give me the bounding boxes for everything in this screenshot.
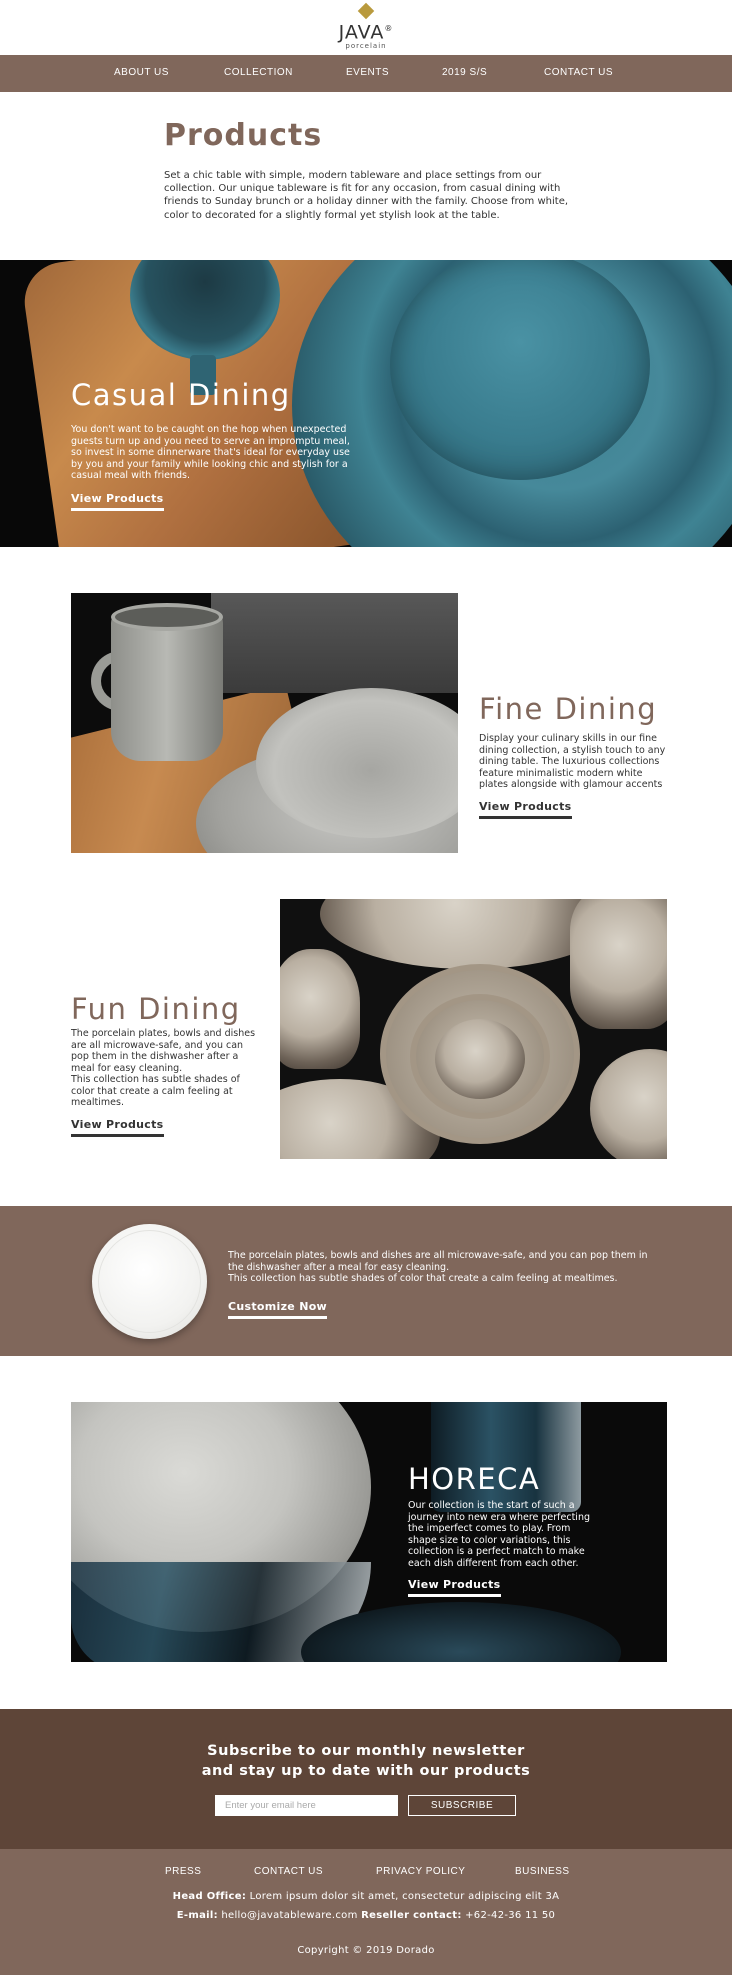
- page-title: Products: [164, 118, 323, 153]
- customize-banner: The porcelain plates, bowls and dishes a…: [0, 1206, 732, 1356]
- site-header: JAVA® porcelain: [0, 0, 732, 55]
- footer-privacy-policy-link[interactable]: PRIVACY POLICY: [376, 1866, 465, 1877]
- horeca-section: HORECA Our collection is the start of su…: [71, 1402, 667, 1662]
- nav-2019-ss[interactable]: 2019 S/S: [442, 67, 487, 78]
- fun-dining-description: The porcelain plates, bowls and dishes a…: [71, 1028, 256, 1074]
- fine-dining-description: Display your culinary skills in our fine…: [479, 733, 666, 790]
- footer-press-link[interactable]: PRESS: [165, 1866, 201, 1877]
- logo-subtitle: porcelain: [345, 42, 387, 51]
- customize-description: The porcelain plates, bowls and dishes a…: [228, 1250, 648, 1284]
- footer-head-office: Head Office: Lorem ipsum dolor sit amet,…: [172, 1891, 560, 1902]
- fun-dining-text: Fun Dining The porcelain plates, bowls a…: [71, 992, 261, 1137]
- fine-dining-title: Fine Dining: [479, 692, 658, 726]
- fun-dining-image: [280, 899, 667, 1159]
- horeca-view-products-link[interactable]: View Products: [408, 1578, 501, 1597]
- brand-logo[interactable]: JAVA® porcelain: [336, 2, 396, 51]
- footer-business-link[interactable]: BUSINESS: [515, 1866, 570, 1877]
- casual-dining-title: Casual Dining: [71, 378, 291, 412]
- newsletter-form: SUBSCRIBE: [215, 1795, 516, 1816]
- plate-rim: [98, 1230, 201, 1333]
- horeca-text: HORECA Our collection is the start of su…: [408, 1462, 598, 1597]
- casual-dining-text: Casual Dining You don't want to be caugh…: [71, 378, 361, 511]
- subscribe-button[interactable]: SUBSCRIBE: [408, 1795, 516, 1816]
- copyright-text: Copyright © 2019 Dorado: [297, 1945, 435, 1956]
- customize-text: The porcelain plates, bowls and dishes a…: [228, 1250, 658, 1319]
- fine-dining-text: Fine Dining Display your culinary skills…: [479, 692, 669, 819]
- site-footer: PRESS CONTACT US PRIVACY POLICY BUSINESS…: [0, 1849, 732, 1975]
- intro-text: Set a chic table with simple, modern tab…: [164, 170, 569, 221]
- footer-email[interactable]: hello@javatableware.com: [221, 1910, 357, 1921]
- nav-about-us[interactable]: ABOUT US: [114, 67, 169, 78]
- casual-dining-section: Casual Dining You don't want to be caugh…: [0, 260, 732, 547]
- horeca-title: HORECA: [408, 1462, 541, 1496]
- footer-contact-us-link[interactable]: CONTACT US: [254, 1866, 323, 1877]
- footer-contact-info: E-mail: hello@javatableware.com Reseller…: [176, 1910, 556, 1921]
- nav-events[interactable]: EVENTS: [346, 67, 389, 78]
- fun-dining-description-2: This collection has subtle shades of col…: [71, 1074, 240, 1108]
- logo-diamond-icon: [357, 2, 375, 20]
- teal-bowl-inner-image: [390, 260, 650, 480]
- nav-contact-us[interactable]: CONTACT US: [544, 67, 613, 78]
- newsletter-section: Subscribe to our monthly newsletter and s…: [0, 1709, 732, 1849]
- fine-view-products-link[interactable]: View Products: [479, 800, 572, 819]
- nav-collection[interactable]: COLLECTION: [224, 67, 293, 78]
- casual-view-products-link[interactable]: View Products: [71, 492, 164, 511]
- fun-dining-title: Fun Dining: [71, 992, 241, 1026]
- newsletter-email-input[interactable]: [215, 1795, 398, 1816]
- fun-view-products-link[interactable]: View Products: [71, 1118, 164, 1137]
- intro-section: Products Set a chic table with simple, m…: [164, 118, 574, 222]
- horeca-description: Our collection is the start of such a jo…: [408, 1500, 590, 1569]
- casual-dining-description: You don't want to be caught on the hop w…: [71, 424, 350, 481]
- customize-now-link[interactable]: Customize Now: [228, 1300, 328, 1319]
- fine-dining-image: [71, 593, 458, 853]
- logo-wordmark: JAVA®: [338, 21, 394, 44]
- newsletter-heading: Subscribe to our monthly newsletter and s…: [201, 1743, 531, 1779]
